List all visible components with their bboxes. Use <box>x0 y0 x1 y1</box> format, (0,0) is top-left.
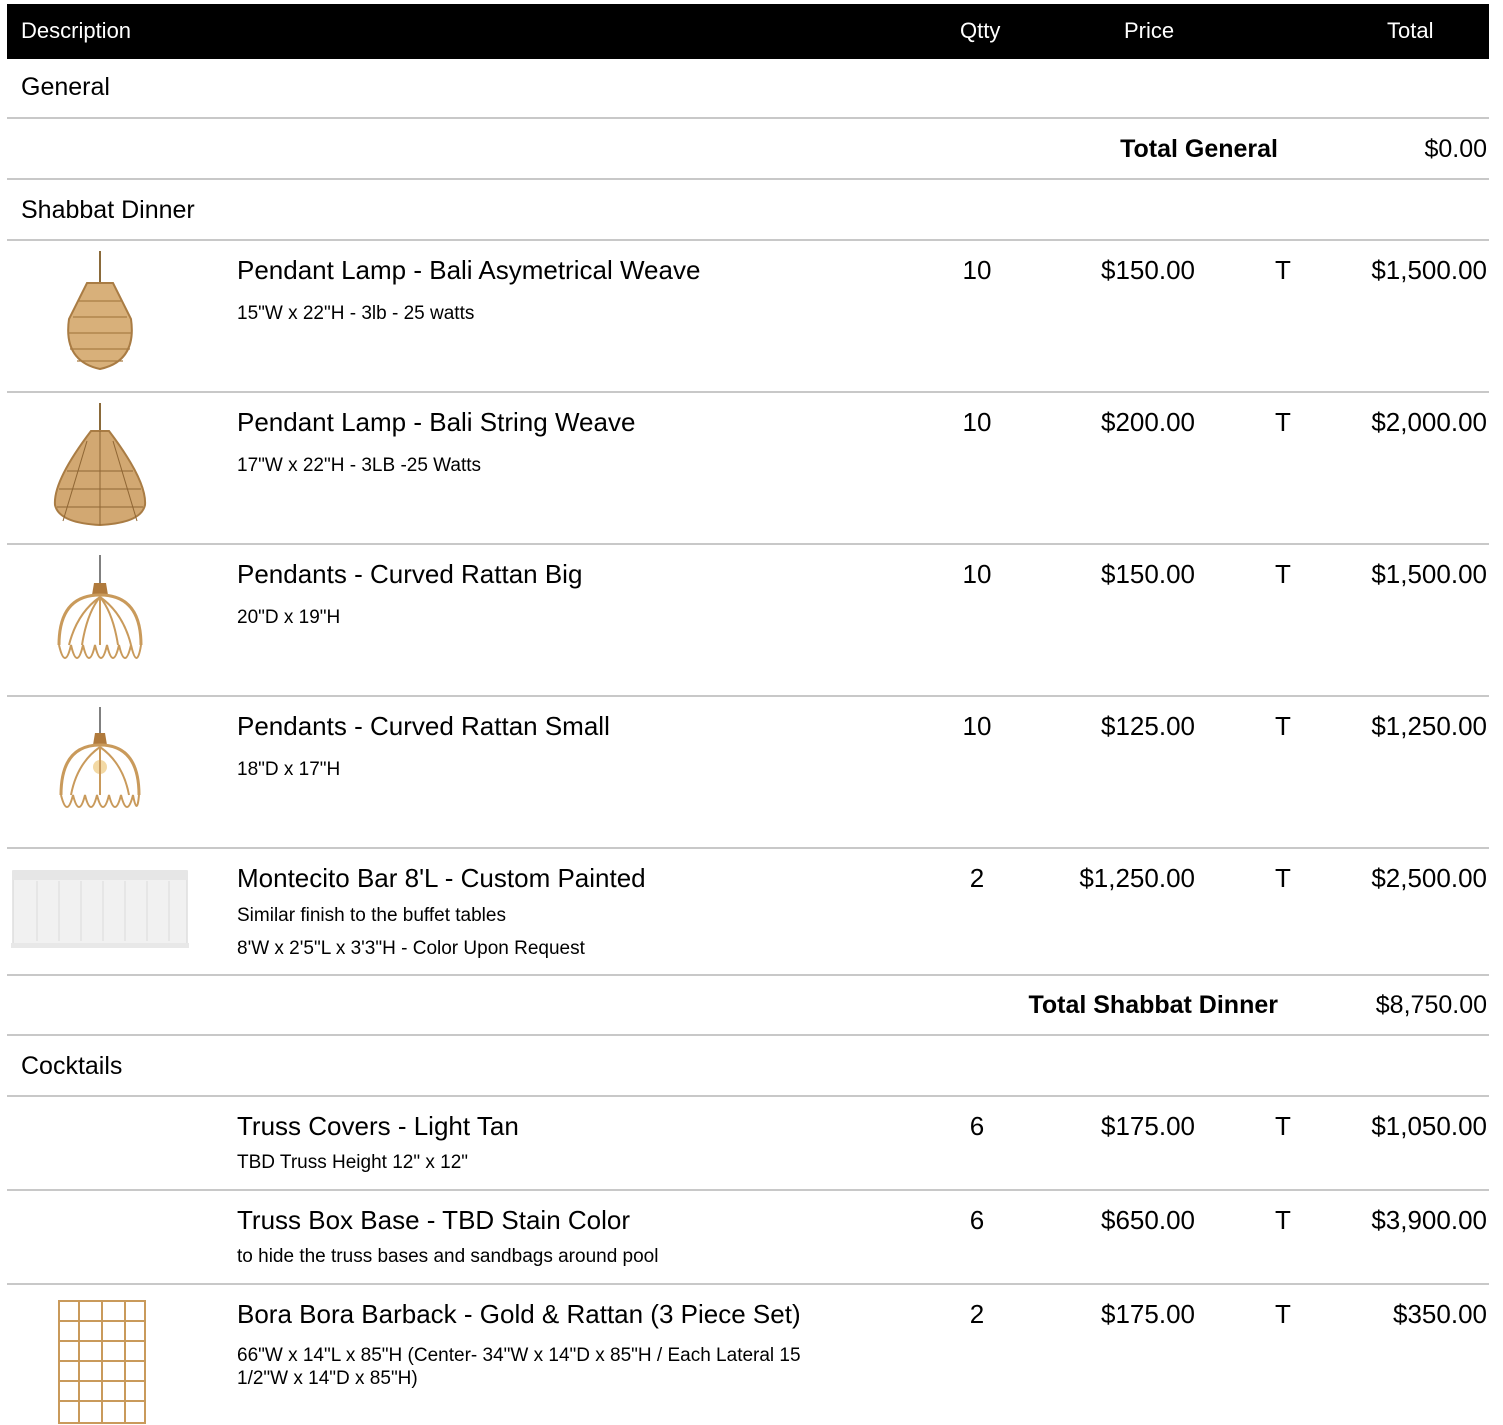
item-description: Similar finish to the buffet tables <box>237 905 506 926</box>
total-label: Total Shabbat Dinner <box>1028 991 1278 1019</box>
item-qty: 10 <box>962 711 992 741</box>
line-item: Bora Bora Barback - Gold & Rattan (3 Pie… <box>7 1285 1489 1425</box>
section-shabbat-dinner: Shabbat Dinner <box>7 180 1489 241</box>
item-name: Montecito Bar 8'L - Custom Painted <box>237 863 646 893</box>
line-item: Montecito Bar 8'L - Custom Painted Simil… <box>7 849 1489 976</box>
item-qty: 10 <box>962 407 992 437</box>
item-total: $350.00 <box>1393 1299 1487 1329</box>
item-qty: 2 <box>969 1299 985 1329</box>
item-price: $150.00 <box>1101 255 1195 285</box>
item-description: 15"W x 22"H - 3lb - 25 watts <box>237 303 475 324</box>
item-tax-flag: T <box>1275 711 1291 741</box>
item-qty: 6 <box>969 1205 985 1235</box>
table-header: Description Qtty Price Total <box>7 4 1489 59</box>
item-price: $200.00 <box>1101 407 1195 437</box>
item-tax-flag: T <box>1275 407 1291 437</box>
section-title: Cocktails <box>21 1052 123 1080</box>
item-name: Pendants - Curved Rattan Big <box>237 559 583 589</box>
curved-rattan-pendant-icon <box>7 553 192 683</box>
line-item: Pendants - Curved Rattan Small 18"D x 17… <box>7 697 1489 849</box>
item-description: 8'W x 2'5"L x 3'3"H - Color Upon Request <box>237 938 585 959</box>
item-name: Truss Box Base - TBD Stain Color <box>237 1205 631 1235</box>
item-price: $150.00 <box>1101 559 1195 589</box>
item-name: Pendant Lamp - Bali String Weave <box>237 407 636 437</box>
section-title: General <box>21 73 110 101</box>
item-price: $125.00 <box>1101 711 1195 741</box>
item-description: 1/2"W x 14"D x 85"H) <box>237 1368 418 1389</box>
item-name: Bora Bora Barback - Gold & Rattan (3 Pie… <box>237 1299 801 1329</box>
item-qty: 10 <box>962 559 992 589</box>
item-price: $175.00 <box>1101 1111 1195 1141</box>
line-item: Pendant Lamp - Bali String Weave 17"W x … <box>7 393 1489 545</box>
item-qty: 2 <box>969 863 985 893</box>
quote-table: Description Qtty Price Total General Tot… <box>0 0 1503 1425</box>
item-tax-flag: T <box>1275 1205 1291 1235</box>
item-description: 18"D x 17"H <box>237 759 341 780</box>
item-total: $3,900.00 <box>1371 1205 1487 1235</box>
item-total: $1,050.00 <box>1371 1111 1487 1141</box>
total-value: $0.00 <box>1424 135 1487 163</box>
curved-rattan-pendant-small-icon <box>7 705 192 835</box>
item-name: Truss Covers - Light Tan <box>237 1111 519 1141</box>
item-tax-flag: T <box>1275 1299 1291 1329</box>
line-item: Truss Covers - Light Tan TBD Truss Heigh… <box>7 1097 1489 1191</box>
item-tax-flag: T <box>1275 255 1291 285</box>
section-shabbat-total: Total Shabbat Dinner $8,750.00 <box>7 976 1489 1036</box>
section-general: General <box>7 59 1489 119</box>
string-weave-pendant-icon <box>7 401 192 531</box>
item-description: 20"D x 19"H <box>237 607 341 628</box>
white-bar-icon <box>7 867 192 951</box>
line-item: Pendants - Curved Rattan Big 20"D x 19"H… <box>7 545 1489 697</box>
item-description: 17"W x 22"H - 3LB -25 Watts <box>237 455 482 476</box>
item-qty: 6 <box>969 1111 985 1141</box>
item-total: $1,500.00 <box>1371 255 1487 285</box>
line-item: Pendant Lamp - Bali Asymetrical Weave 15… <box>7 241 1489 393</box>
item-tax-flag: T <box>1275 863 1291 893</box>
total-value: $8,750.00 <box>1375 991 1487 1019</box>
line-item: Truss Box Base - TBD Stain Color to hide… <box>7 1191 1489 1285</box>
item-name: Pendants - Curved Rattan Small <box>237 711 610 741</box>
item-price: $175.00 <box>1101 1299 1195 1329</box>
item-total: $1,500.00 <box>1371 559 1487 589</box>
item-total: $2,000.00 <box>1371 407 1487 437</box>
item-description: 66"W x 14"L x 85"H (Center- 34"W x 14"D … <box>237 1345 801 1366</box>
item-qty: 10 <box>962 255 992 285</box>
header-qty: Qtty <box>960 18 1001 43</box>
item-price: $1,250.00 <box>1079 863 1195 893</box>
item-tax-flag: T <box>1275 559 1291 589</box>
item-total: $2,500.00 <box>1371 863 1487 893</box>
header-total: Total <box>1387 18 1434 43</box>
item-description: TBD Truss Height 12" x 12" <box>237 1152 469 1173</box>
header-description: Description <box>21 18 132 43</box>
item-description: to hide the truss bases and sandbags aro… <box>237 1246 659 1267</box>
item-price: $650.00 <box>1101 1205 1195 1235</box>
item-name: Pendant Lamp - Bali Asymetrical Weave <box>237 255 701 285</box>
header-price: Price <box>1124 18 1175 43</box>
woven-pendant-lamp-icon <box>7 249 192 379</box>
total-label: Total General <box>1120 135 1278 163</box>
section-general-total: Total General $0.00 <box>7 119 1489 180</box>
item-total: $1,250.00 <box>1371 711 1487 741</box>
section-cocktails: Cocktails <box>7 1036 1489 1097</box>
item-tax-flag: T <box>1275 1111 1291 1141</box>
section-title: Shabbat Dinner <box>21 196 195 224</box>
gold-shelf-barback-icon <box>7 1297 192 1425</box>
